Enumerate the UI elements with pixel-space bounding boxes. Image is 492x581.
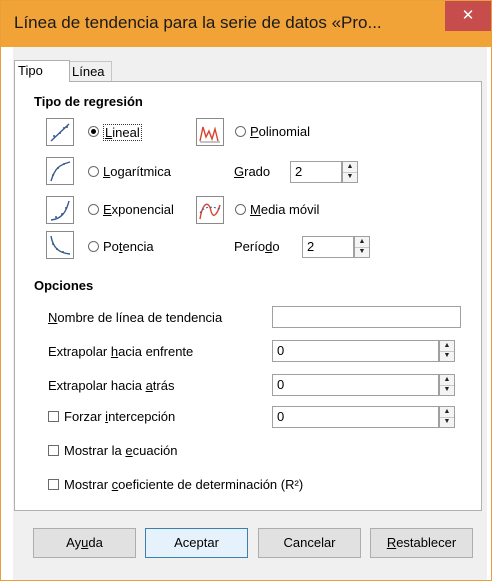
checkbox-show-equation[interactable]	[48, 445, 59, 456]
dialog-title: Línea de tendencia para la serie de dato…	[14, 13, 382, 32]
tab-linea[interactable]: Línea	[68, 61, 112, 81]
label-trendline-name: Nombre de línea de tendencia	[48, 310, 223, 325]
label-logaritmica[interactable]: Logarítmica	[103, 164, 171, 179]
checkbox-force-intercept[interactable]	[48, 411, 59, 422]
radio-lineal[interactable]	[88, 126, 99, 137]
degree-input[interactable]: 2	[290, 161, 342, 183]
regression-heading: Tipo de regresión	[34, 94, 143, 109]
extrapolate-forward-input[interactable]: 0	[272, 340, 439, 362]
spin-down-icon[interactable]: ▼	[440, 385, 454, 395]
label-show-r2[interactable]: Mostrar coeficiente de determinación (R²…	[64, 477, 303, 492]
label-exponencial[interactable]: Exponencial	[103, 202, 174, 217]
ok-button[interactable]: Aceptar	[145, 528, 248, 558]
radio-exponencial[interactable]	[88, 204, 99, 215]
radio-polinomial[interactable]	[235, 126, 246, 137]
degree-spinner[interactable]: ▲ ▼	[342, 161, 358, 183]
linear-regression-icon[interactable]	[46, 118, 74, 146]
intercept-spinner[interactable]: ▲ ▼	[439, 406, 455, 428]
extrapolate-backward-spinner[interactable]: ▲ ▼	[439, 374, 455, 396]
options-heading: Opciones	[34, 278, 94, 293]
spin-down-icon[interactable]: ▼	[440, 417, 454, 427]
period-spinner[interactable]: ▲ ▼	[354, 236, 370, 258]
exponential-regression-icon[interactable]	[46, 196, 74, 224]
spin-down-icon[interactable]: ▼	[343, 172, 357, 182]
label-media-movil[interactable]: Media móvil	[250, 202, 319, 217]
extrapolate-backward-input[interactable]: 0	[272, 374, 439, 396]
title-bar[interactable]: Línea de tendencia para la serie de dato…	[1, 1, 491, 47]
label-extrapolate-forward: Extrapolar hacia enfrente	[48, 344, 194, 359]
radio-logaritmica[interactable]	[88, 166, 99, 177]
label-grado: Grado	[234, 164, 271, 179]
radio-media-movil[interactable]	[235, 204, 246, 215]
cancel-button[interactable]: Cancelar	[258, 528, 361, 558]
logarithmic-regression-icon[interactable]	[46, 157, 74, 185]
close-button[interactable]: ✕	[445, 1, 491, 31]
close-icon: ✕	[461, 7, 475, 24]
label-polinomial[interactable]: Polinomial	[250, 124, 310, 139]
label-extrapolate-backward: Extrapolar hacia atrás	[48, 378, 175, 393]
period-input[interactable]: 2	[302, 236, 354, 258]
radio-potencia[interactable]	[88, 241, 99, 252]
label-potencia[interactable]: Potencia	[103, 239, 154, 254]
spin-down-icon[interactable]: ▼	[355, 247, 369, 257]
reset-button[interactable]: Restablecer	[370, 528, 473, 558]
power-regression-icon[interactable]	[46, 231, 74, 259]
moving-average-icon[interactable]	[196, 196, 224, 224]
spin-down-icon[interactable]: ▼	[440, 351, 454, 361]
extrapolate-forward-spinner[interactable]: ▲ ▼	[439, 340, 455, 362]
checkbox-show-r2[interactable]	[48, 479, 59, 490]
trendline-name-input[interactable]	[272, 306, 461, 328]
intercept-input[interactable]: 0	[272, 406, 439, 428]
tab-tipo[interactable]: Tipo	[14, 60, 70, 82]
label-force-intercept[interactable]: Forzar intercepción	[64, 409, 175, 424]
label-periodo: Período	[234, 239, 280, 254]
label-lineal[interactable]: Lineal	[103, 124, 142, 141]
label-show-equation[interactable]: Mostrar la ecuación	[64, 443, 177, 458]
polynomial-regression-icon[interactable]	[196, 118, 224, 146]
help-button[interactable]: Ayuda	[33, 528, 136, 558]
